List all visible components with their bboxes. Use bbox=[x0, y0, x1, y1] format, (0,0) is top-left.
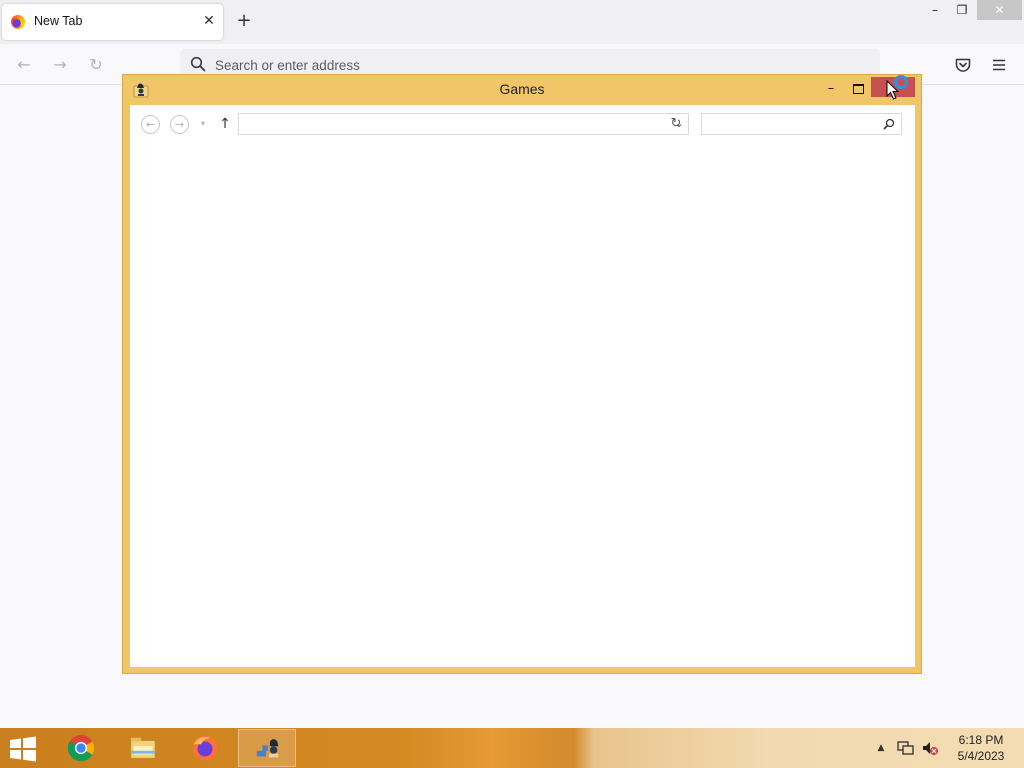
network-icon[interactable] bbox=[897, 740, 915, 756]
forward-button[interactable]: → bbox=[49, 54, 71, 76]
search-icon bbox=[883, 118, 895, 130]
explorer-address-bar[interactable]: ⌄ bbox=[238, 113, 689, 135]
browser-restore-button[interactable]: ❐ bbox=[943, 0, 981, 20]
explorer-back-button[interactable]: ← bbox=[141, 115, 160, 134]
clock-time[interactable]: 6:18 PM bbox=[950, 733, 1012, 747]
recent-locations-dropdown[interactable]: ▾ bbox=[198, 117, 208, 131]
explorer-refresh-button[interactable]: ↻ bbox=[664, 113, 689, 135]
address-placeholder: Search or enter address bbox=[215, 58, 360, 73]
explorer-toolbar: ← → ▾ ↑ ⌄ ↻ bbox=[130, 105, 915, 143]
pocket-icon[interactable] bbox=[954, 56, 972, 74]
up-level-button[interactable]: ↑ bbox=[216, 114, 234, 134]
file-list-area[interactable] bbox=[130, 143, 915, 667]
games-window: Games – ← → ▾ ↑ ⌄ ↻ bbox=[122, 74, 922, 674]
back-button[interactable]: ← bbox=[13, 54, 35, 76]
new-tab-button[interactable]: + bbox=[234, 11, 254, 31]
tab-title: New Tab bbox=[34, 14, 83, 28]
browser-close-button[interactable]: ✕ bbox=[977, 0, 1022, 20]
reload-button[interactable]: ↻ bbox=[85, 54, 107, 76]
taskbar-item-chrome[interactable] bbox=[52, 729, 110, 767]
taskbar-item-file-explorer[interactable] bbox=[114, 729, 172, 767]
search-icon bbox=[190, 56, 206, 72]
firefox-icon bbox=[11, 15, 25, 29]
explorer-search-box[interactable] bbox=[701, 113, 902, 135]
firefox-icon bbox=[192, 735, 218, 761]
hamburger-menu-icon[interactable] bbox=[990, 56, 1008, 74]
chrome-icon bbox=[67, 734, 95, 762]
window-maximize-button[interactable] bbox=[847, 78, 869, 98]
window-titlebar[interactable]: Games – bbox=[123, 75, 921, 105]
browser-tab-bar: New Tab ✕ + – ❐ ✕ bbox=[0, 0, 1024, 44]
taskbar: ▲ 6:18 PM 5/4/2023 bbox=[0, 728, 1024, 768]
volume-muted-icon[interactable] bbox=[921, 740, 939, 756]
clock-date[interactable]: 5/4/2023 bbox=[950, 749, 1012, 763]
file-explorer-icon bbox=[130, 737, 156, 759]
window-minimize-button[interactable]: – bbox=[820, 79, 842, 99]
show-hidden-icons-button[interactable]: ▲ bbox=[875, 742, 887, 754]
taskbar-item-firefox[interactable] bbox=[176, 729, 234, 767]
games-icon bbox=[256, 739, 279, 758]
explorer-forward-button[interactable]: → bbox=[170, 115, 189, 134]
tab-new-tab[interactable]: New Tab ✕ bbox=[2, 4, 223, 40]
tab-close-icon[interactable]: ✕ bbox=[201, 12, 217, 30]
window-title: Games bbox=[499, 81, 545, 97]
window-client-area: ← → ▾ ↑ ⌄ ↻ bbox=[130, 105, 915, 667]
mouse-cursor-icon bbox=[886, 80, 900, 100]
windows-start-icon[interactable] bbox=[8, 736, 38, 762]
taskbar-item-games[interactable] bbox=[238, 729, 296, 767]
